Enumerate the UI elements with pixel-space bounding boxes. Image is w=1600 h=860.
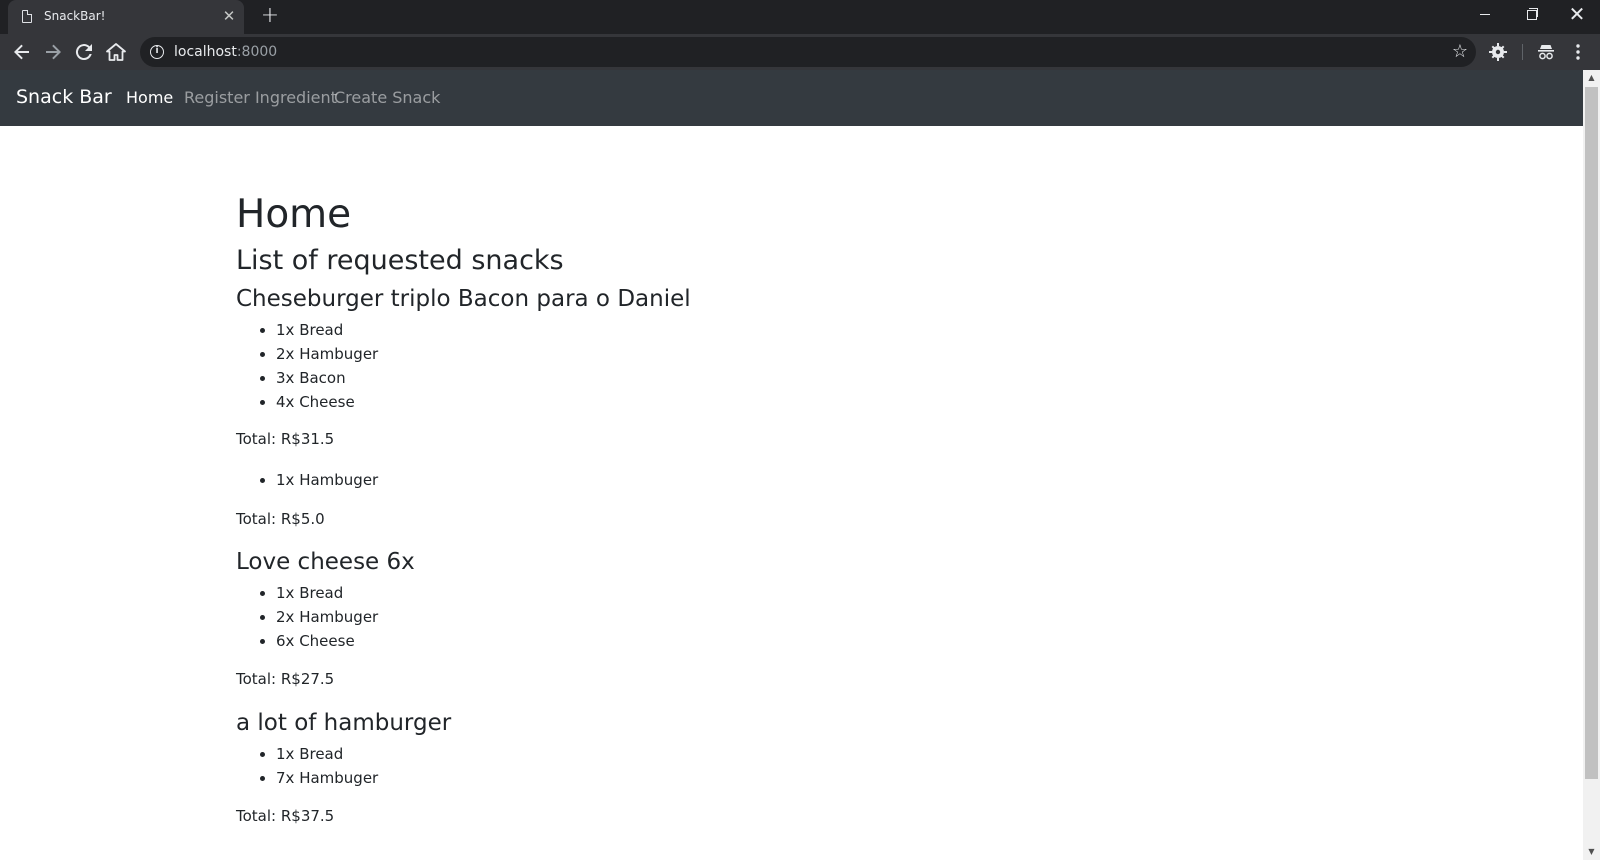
bookmark-star-icon[interactable]: ☆ xyxy=(1448,40,1472,64)
nav-link-create-snack[interactable]: Create Snack xyxy=(334,88,440,107)
ingredient-list: 1x Bread 7x Hambuger xyxy=(276,742,378,790)
extension-gear-icon[interactable] xyxy=(1486,40,1510,64)
back-arrow-icon[interactable] xyxy=(10,40,34,64)
ingredient-item: 3x Bacon xyxy=(276,366,378,390)
minimize-window-icon[interactable] xyxy=(1462,0,1508,30)
ingredient-item: 7x Hambuger xyxy=(276,766,378,790)
section-title: List of requested snacks xyxy=(236,245,564,276)
nav-link-register-ingredient[interactable]: Register Ingredient xyxy=(184,88,337,107)
close-window-icon[interactable]: ✕ xyxy=(1554,0,1600,30)
snack-total: Total: R$37.5 xyxy=(236,807,335,825)
navbar-brand[interactable]: Snack Bar xyxy=(16,86,112,108)
home-icon[interactable] xyxy=(104,40,128,64)
ingredient-list: 1x Bread 2x Hambuger 6x Cheese xyxy=(276,581,378,653)
ingredient-list: 1x Bread 2x Hambuger 3x Bacon 4x Cheese xyxy=(276,318,378,414)
snack-name: Love cheese 6x xyxy=(236,549,415,575)
scrollbar-thumb[interactable] xyxy=(1585,87,1598,779)
restore-window-icon[interactable] xyxy=(1508,0,1554,30)
page-title: Home xyxy=(236,192,352,237)
scroll-up-arrow-icon[interactable]: ▲ xyxy=(1587,73,1596,82)
site-navbar: Snack Bar Home Register Ingredient Creat… xyxy=(0,70,1583,126)
ingredient-item: 1x Bread xyxy=(276,742,378,766)
snack-name: Cheseburger triplo Bacon para o Daniel xyxy=(236,286,691,312)
snack-total: Total: R$27.5 xyxy=(236,670,335,688)
ingredient-item: 1x Bread xyxy=(276,318,378,342)
address-bar[interactable]: i localhost:8000 ☆ xyxy=(140,37,1476,67)
snack-total: Total: R$5.0 xyxy=(236,510,325,528)
url-text[interactable]: localhost:8000 xyxy=(174,44,277,60)
ingredient-item: 1x Hambuger xyxy=(276,468,378,492)
snack-total: Total: R$31.5 xyxy=(236,430,335,448)
more-menu-icon[interactable] xyxy=(1566,40,1590,64)
ingredient-item: 1x Bread xyxy=(276,581,378,605)
toolbar-divider xyxy=(1522,44,1523,60)
ingredient-item: 2x Hambuger xyxy=(276,342,378,366)
snack-name: a lot of hamburger xyxy=(236,710,452,736)
page-viewport: Snack Bar Home Register Ingredient Creat… xyxy=(0,70,1583,860)
ingredient-list: 1x Hambuger xyxy=(276,468,378,492)
ingredient-item: 6x Cheese xyxy=(276,629,378,653)
close-tab-icon[interactable]: ✕ xyxy=(220,7,238,25)
scroll-down-arrow-icon[interactable]: ▼ xyxy=(1587,847,1596,856)
url-host: localhost xyxy=(174,44,237,60)
tab-title: SnackBar! xyxy=(44,9,106,23)
site-info-icon[interactable]: i xyxy=(150,45,164,59)
ingredient-item: 4x Cheese xyxy=(276,390,378,414)
browser-tab[interactable]: SnackBar! ✕ xyxy=(8,0,244,34)
new-tab-icon[interactable]: + xyxy=(258,5,282,29)
reload-icon[interactable] xyxy=(72,40,96,64)
browser-toolbar: i localhost:8000 ☆ xyxy=(0,34,1600,70)
ingredient-item: 2x Hambuger xyxy=(276,605,378,629)
incognito-profile-icon[interactable] xyxy=(1534,40,1558,64)
nav-link-home[interactable]: Home xyxy=(126,88,173,107)
forward-arrow-icon[interactable] xyxy=(41,40,65,64)
page-icon xyxy=(22,9,33,23)
url-port: :8000 xyxy=(236,44,278,60)
browser-tab-strip: SnackBar! ✕ + ✕ xyxy=(0,0,1600,34)
vertical-scrollbar[interactable]: ▲ ▼ xyxy=(1583,70,1600,860)
